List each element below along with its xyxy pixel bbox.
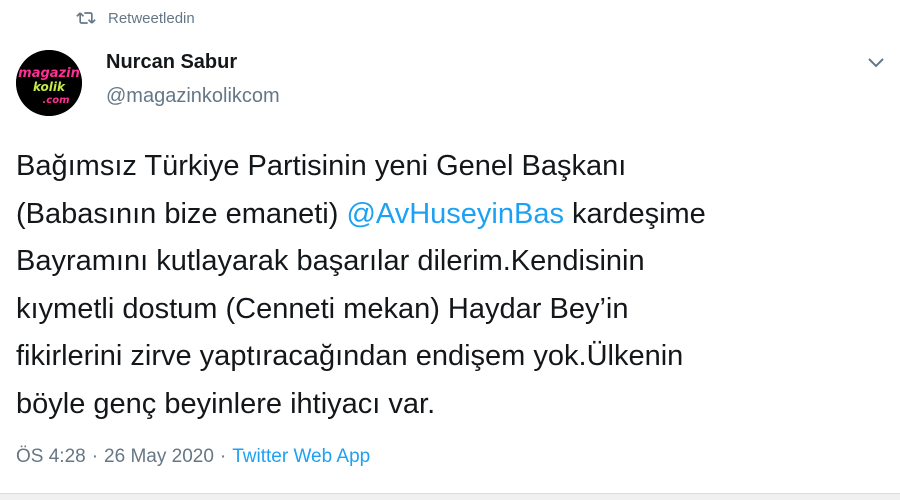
tweet-meta: ÖS 4:28 · 26 May 2020 · Twitter Web App bbox=[16, 446, 370, 468]
avatar-logo: magazin kolik .com bbox=[16, 50, 82, 116]
svg-text:magazin: magazin bbox=[18, 66, 80, 81]
chevron-down-icon[interactable] bbox=[864, 50, 888, 74]
mention-link[interactable]: @AvHuseyinBas bbox=[346, 198, 564, 230]
divider bbox=[0, 493, 900, 500]
svg-text:kolik: kolik bbox=[33, 80, 66, 94]
tweet-time[interactable]: ÖS 4:28 bbox=[16, 446, 86, 468]
meta-separator: · bbox=[219, 446, 227, 467]
meta-separator: · bbox=[91, 446, 99, 467]
retweet-label: Retweetledin bbox=[108, 9, 195, 27]
retweet-context: Retweetledin bbox=[76, 9, 195, 27]
tweet-card: Retweetledin magazin kolik .com Nurcan S… bbox=[0, 0, 900, 500]
tweet-text: Bağımsız Türkiye Partisinin yeni Genel B… bbox=[16, 143, 876, 428]
avatar[interactable]: magazin kolik .com bbox=[16, 50, 82, 116]
tweet-date[interactable]: 26 May 2020 bbox=[104, 446, 214, 468]
svg-text:.com: .com bbox=[42, 95, 69, 106]
author-block[interactable]: Nurcan Sabur @magazinkolikcom bbox=[106, 50, 280, 108]
tweet-source-link[interactable]: Twitter Web App bbox=[232, 446, 370, 468]
author-handle[interactable]: @magazinkolikcom bbox=[106, 84, 280, 108]
retweet-icon bbox=[76, 12, 96, 24]
tweet-text-part2: kardeşime Bayramını kutlayarak başarılar… bbox=[16, 197, 706, 420]
author-display-name[interactable]: Nurcan Sabur bbox=[106, 50, 280, 74]
